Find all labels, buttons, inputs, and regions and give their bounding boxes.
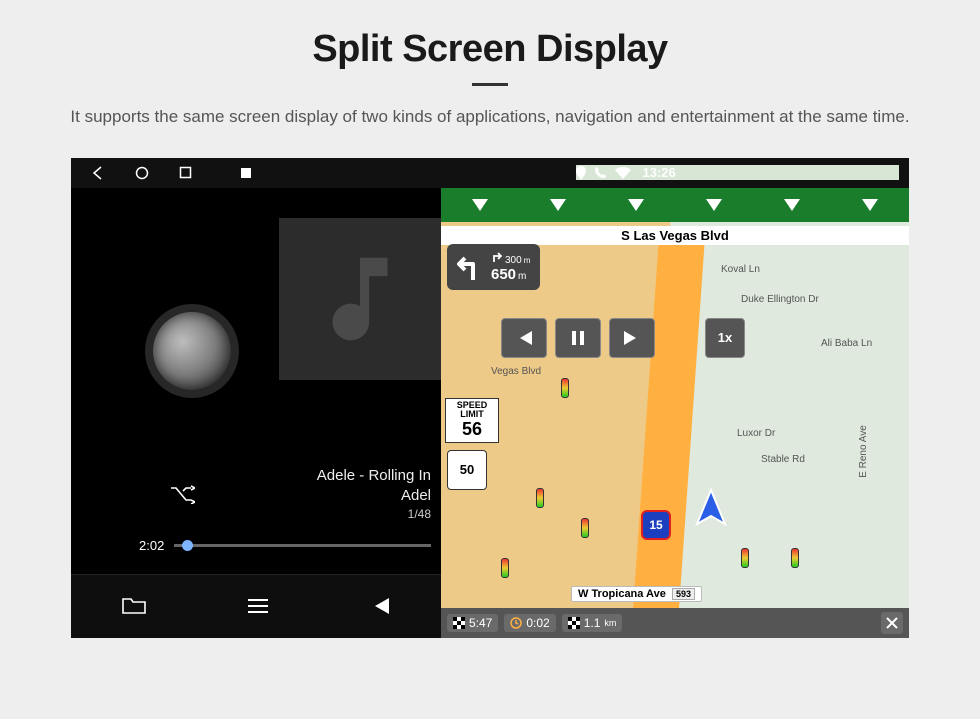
interstate-shield: 15 xyxy=(641,510,671,540)
phone-icon xyxy=(594,166,607,179)
eta-value: 5:47 xyxy=(469,616,492,630)
folder-button[interactable] xyxy=(121,596,147,616)
flag-icon xyxy=(568,617,580,629)
back-icon[interactable] xyxy=(91,166,105,180)
music-pane: Adele - Rolling In Adel 1/48 2:02 xyxy=(71,188,441,638)
playback-speed-button[interactable]: 1x xyxy=(705,318,745,358)
road-label: Stable Rd xyxy=(761,454,805,465)
map-prev-button[interactable] xyxy=(501,318,547,358)
product-page: Split Screen Display It supports the sam… xyxy=(0,0,980,719)
elapsed-time: 2:02 xyxy=(139,538,164,553)
nav-close-button[interactable] xyxy=(881,612,903,634)
track-title-1: Adele - Rolling In xyxy=(317,466,431,486)
title-underline xyxy=(472,83,508,86)
remaining-time-value: 0:02 xyxy=(526,616,549,630)
speed-limit-value: 56 xyxy=(446,420,498,440)
next-turn-unit: m xyxy=(524,256,531,265)
flag-icon xyxy=(453,617,465,629)
traffic-light-icon xyxy=(581,518,589,538)
cross-street-label: W Tropicana Ave 593 xyxy=(571,586,702,602)
road-label: Vegas Blvd xyxy=(491,366,541,377)
playlist-button[interactable] xyxy=(246,597,270,615)
lane-arrow-icon xyxy=(862,199,878,211)
music-note-icon xyxy=(305,244,415,354)
next-turn-distance: 300 xyxy=(505,255,522,266)
turn-unit: m xyxy=(518,271,526,282)
traffic-light-icon xyxy=(536,488,544,508)
cross-street-name: W Tropicana Ave xyxy=(578,588,666,600)
turn-distance: 650 xyxy=(491,266,516,283)
device-frame: 13:26 Adele - Rolling In Adel 1/48 xyxy=(71,158,909,638)
map-media-controls: 1x xyxy=(501,318,745,358)
player-bottom-bar xyxy=(71,574,441,638)
cross-street-number: 593 xyxy=(672,588,695,600)
track-info: Adele - Rolling In Adel 1/48 xyxy=(317,466,431,523)
remaining-dist-unit: km xyxy=(604,618,616,628)
progress-slider[interactable] xyxy=(174,544,431,547)
map-pause-button[interactable] xyxy=(555,318,601,358)
road-label: Luxor Dr xyxy=(737,428,775,439)
vehicle-position-icon xyxy=(691,488,731,528)
wifi-icon xyxy=(615,167,631,179)
map-next-button[interactable] xyxy=(609,318,655,358)
track-index: 1/48 xyxy=(317,506,431,522)
remaining-dist-value: 1.1 xyxy=(584,616,601,630)
route-shield: 50 xyxy=(447,450,487,490)
lane-arrow-icon xyxy=(784,199,800,211)
lane-arrow-icon xyxy=(472,199,488,211)
clock-icon xyxy=(510,617,522,629)
status-bar: 13:26 xyxy=(71,158,909,188)
traffic-light-icon xyxy=(741,548,749,568)
traffic-light-icon xyxy=(561,378,569,398)
turn-right-small-icon xyxy=(491,251,503,263)
eta-chip[interactable]: 5:47 xyxy=(447,614,498,632)
page-title: Split Screen Display xyxy=(312,28,667,71)
road-label: Duke Ellington Dr xyxy=(741,294,819,305)
album-art-placeholder xyxy=(279,218,441,380)
previous-button[interactable] xyxy=(369,596,391,616)
track-title-2: Adel xyxy=(317,486,431,506)
lane-guidance xyxy=(441,188,909,222)
recent-icon[interactable] xyxy=(179,166,192,179)
close-icon xyxy=(886,617,898,629)
speed-limit-label: SPEED LIMIT xyxy=(446,401,498,421)
speed-limit-sign: SPEED LIMIT 56 xyxy=(445,398,499,444)
remaining-time-chip[interactable]: 0:02 xyxy=(504,614,555,632)
traffic-light-icon xyxy=(791,548,799,568)
page-subtitle: It supports the same screen display of t… xyxy=(70,104,909,130)
home-icon[interactable] xyxy=(135,166,149,180)
shuffle-button[interactable] xyxy=(169,484,195,504)
traffic-light-icon xyxy=(501,558,509,578)
road-label: E Reno Ave xyxy=(858,425,869,478)
road-label: Koval Ln xyxy=(721,264,760,275)
clock-text: 13:26 xyxy=(643,165,676,180)
lane-arrow-icon xyxy=(706,199,722,211)
volume-knob[interactable] xyxy=(153,312,231,390)
navigation-pane[interactable]: S Las Vegas Blvd 300m 650m 1x SPEED LIMI… xyxy=(441,188,909,638)
screenshot-icon[interactable] xyxy=(240,167,252,179)
lane-arrow-icon xyxy=(550,199,566,211)
lane-arrow-icon xyxy=(628,199,644,211)
road-label: Ali Baba Ln xyxy=(821,338,872,349)
turn-left-icon xyxy=(453,250,487,284)
nav-bottom-bar: 5:47 0:02 1.1 km xyxy=(441,608,909,638)
location-icon xyxy=(576,166,586,180)
remaining-dist-chip[interactable]: 1.1 km xyxy=(562,614,623,632)
current-street-banner: S Las Vegas Blvd xyxy=(441,226,909,245)
turn-instruction[interactable]: 300m 650m xyxy=(447,244,540,290)
